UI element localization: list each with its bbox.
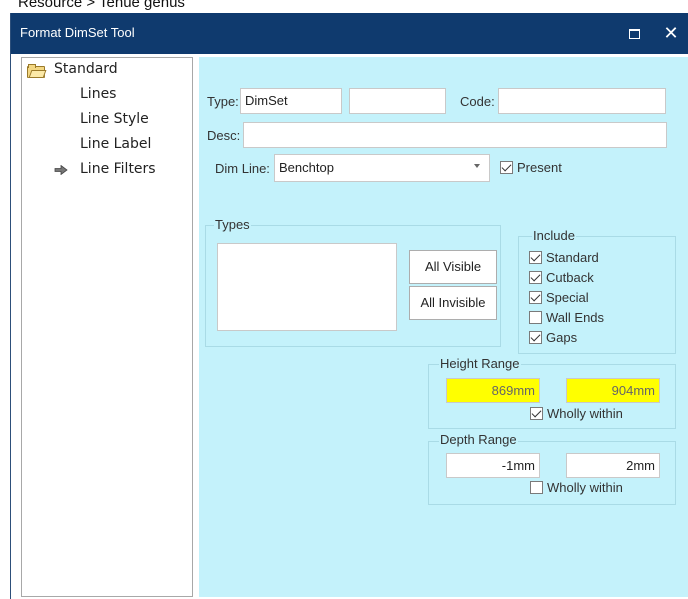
close-button[interactable]: ✕ (659, 21, 683, 45)
tree-item-lines[interactable]: Lines (80, 86, 116, 102)
include-wall-ends-checkbox[interactable] (529, 311, 542, 324)
height-range-label: Height Range (439, 356, 521, 371)
include-special-label: Special (546, 290, 589, 305)
filters-panel: Type: DimSet Code: Desc: Dim Line: Bench… (199, 57, 688, 597)
desc-field[interactable] (243, 122, 667, 148)
all-invisible-button[interactable]: All Invisible (409, 286, 497, 320)
title-bar[interactable]: Format DimSet Tool ✕ (11, 13, 688, 54)
type-secondary-field[interactable] (349, 88, 446, 114)
include-standard-label: Standard (546, 250, 599, 265)
include-wall-ends-label: Wall Ends (546, 310, 605, 325)
format-dimset-window: Format DimSet Tool ✕ Standard Lines Line… (10, 13, 688, 599)
chevron-down-icon (474, 164, 480, 168)
type-label: Type: (207, 94, 239, 109)
types-listbox[interactable] (217, 243, 397, 331)
tree-item-line-filters[interactable]: Line Filters (80, 161, 156, 177)
dim-line-value: Benchtop (279, 160, 334, 175)
height-wholly-within-checkbox[interactable] (530, 407, 543, 420)
window-title: Format DimSet Tool (20, 25, 135, 40)
background-window-edge: Resource > Tenue genus (0, 0, 688, 14)
close-icon: ✕ (663, 23, 679, 43)
background-window-text: Resource > Tenue genus (18, 0, 185, 11)
present-checkbox[interactable] (500, 161, 513, 174)
present-label: Present (517, 160, 562, 175)
types-group-label: Types (214, 217, 251, 232)
include-gaps-label: Gaps (546, 330, 578, 345)
include-cutback-label: Cutback (546, 270, 594, 285)
settings-tree[interactable]: Standard Lines Line Style Line Label Lin… (21, 57, 193, 597)
maximize-button[interactable] (623, 23, 647, 45)
height-max-field[interactable]: 904mm (566, 378, 660, 403)
selected-arrow-icon (54, 165, 68, 175)
tree-item-line-style[interactable]: Line Style (80, 111, 149, 127)
code-field[interactable] (498, 88, 666, 114)
maximize-icon (629, 29, 640, 39)
type-field[interactable]: DimSet (240, 88, 342, 114)
code-label: Code: (460, 94, 495, 109)
all-visible-button[interactable]: All Visible (409, 250, 497, 284)
include-cutback-checkbox[interactable] (529, 271, 542, 284)
include-group-label: Include (532, 228, 576, 243)
tree-root-standard[interactable]: Standard (54, 61, 118, 77)
desc-label: Desc: (207, 128, 241, 143)
height-wholly-within-label: Wholly within (547, 406, 623, 421)
depth-min-field[interactable]: -1mm (446, 453, 540, 478)
depth-wholly-within-checkbox[interactable] (530, 481, 543, 494)
folder-open-icon (27, 64, 47, 78)
include-special-checkbox[interactable] (529, 291, 542, 304)
height-min-field[interactable]: 869mm (446, 378, 540, 403)
tree-item-line-label[interactable]: Line Label (80, 136, 151, 152)
include-gaps-checkbox[interactable] (529, 331, 542, 344)
dim-line-select[interactable]: Benchtop (274, 154, 490, 182)
include-standard-checkbox[interactable] (529, 251, 542, 264)
dim-line-label: Dim Line: (215, 161, 270, 176)
depth-max-field[interactable]: 2mm (566, 453, 660, 478)
depth-range-label: Depth Range (439, 432, 518, 447)
depth-wholly-within-label: Wholly within (547, 480, 623, 495)
